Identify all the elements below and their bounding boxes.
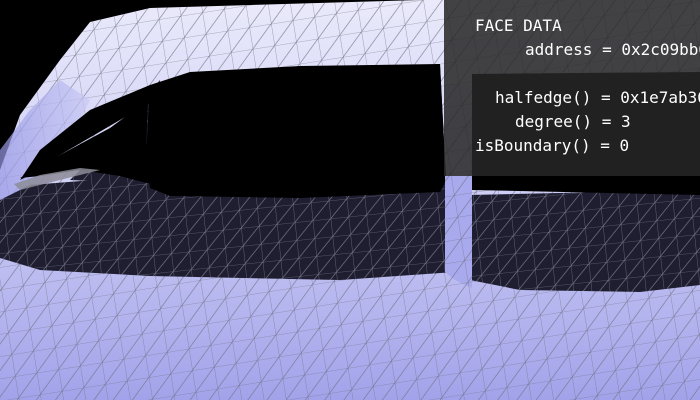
pillar [445, 176, 472, 288]
face-data-panel: FACE DATA address = 0x2c09bb0 halfedge()… [444, 0, 700, 176]
face-address-row: address = 0x2c09bb0 [525, 38, 700, 62]
face-address-sep: = [592, 40, 622, 59]
face-boundary-row: isBoundary() = 0 [475, 134, 629, 158]
3d-viewport[interactable]: FACE DATA address = 0x2c09bb0 halfedge()… [0, 0, 700, 400]
face-degree-row: degree() = 3 [515, 110, 631, 134]
face-halfedge-row: halfedge() = 0x1e7ab30 [495, 86, 700, 110]
face-degree-key: degree() [515, 112, 593, 131]
face-degree-value: 3 [620, 112, 631, 131]
face-halfedge-sep: = [591, 88, 621, 107]
face-boundary-value: 0 [619, 136, 630, 155]
face-data-title: FACE DATA [475, 16, 562, 35]
face-address-value: 0x2c09bb0 [621, 40, 700, 59]
face-halfedge-value: 0x1e7ab30 [620, 88, 700, 107]
face-boundary-sep: = [590, 136, 620, 155]
face-halfedge-key: halfedge() [495, 88, 592, 107]
face-boundary-key: isBoundary() [475, 136, 591, 155]
face-address-key: address [525, 40, 593, 59]
face-degree-sep: = [592, 112, 621, 131]
